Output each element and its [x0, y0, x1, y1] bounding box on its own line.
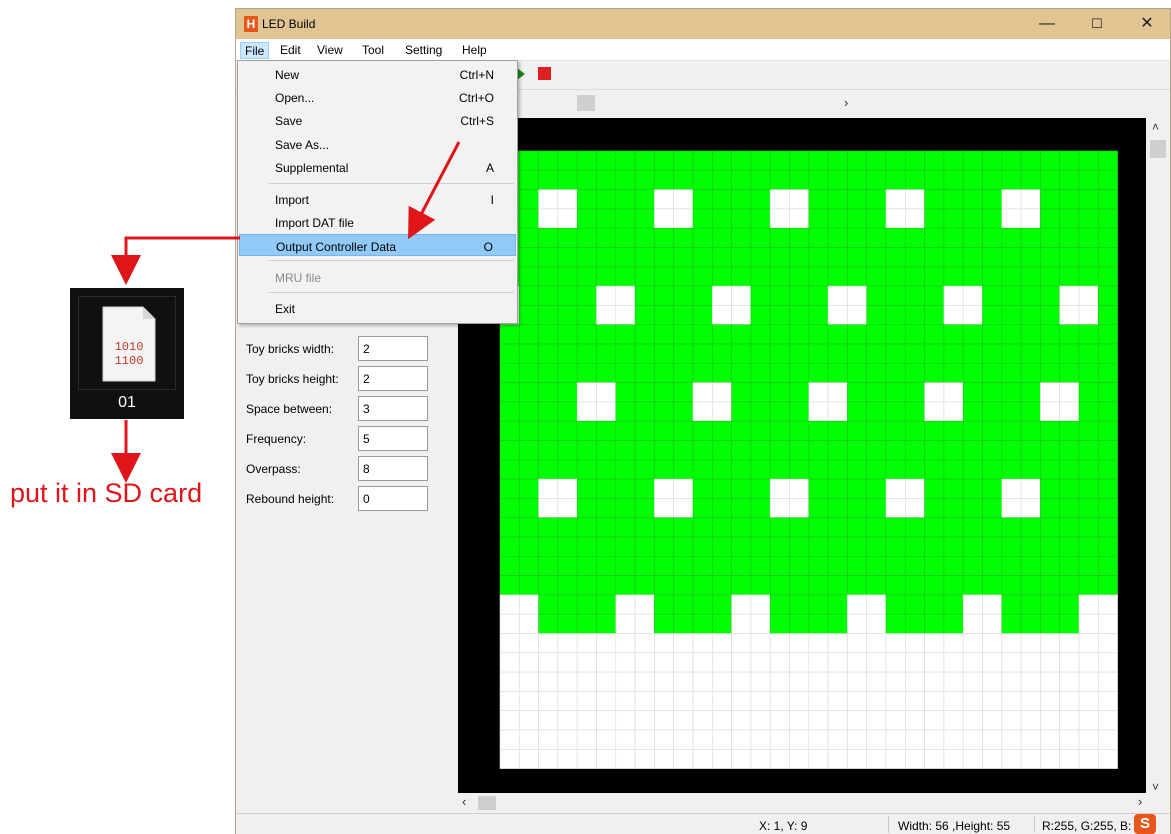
- red-arrow-icon: [408, 141, 461, 240]
- red-arrow-icon: [111, 236, 240, 285]
- arrows-overlay: [111, 141, 461, 483]
